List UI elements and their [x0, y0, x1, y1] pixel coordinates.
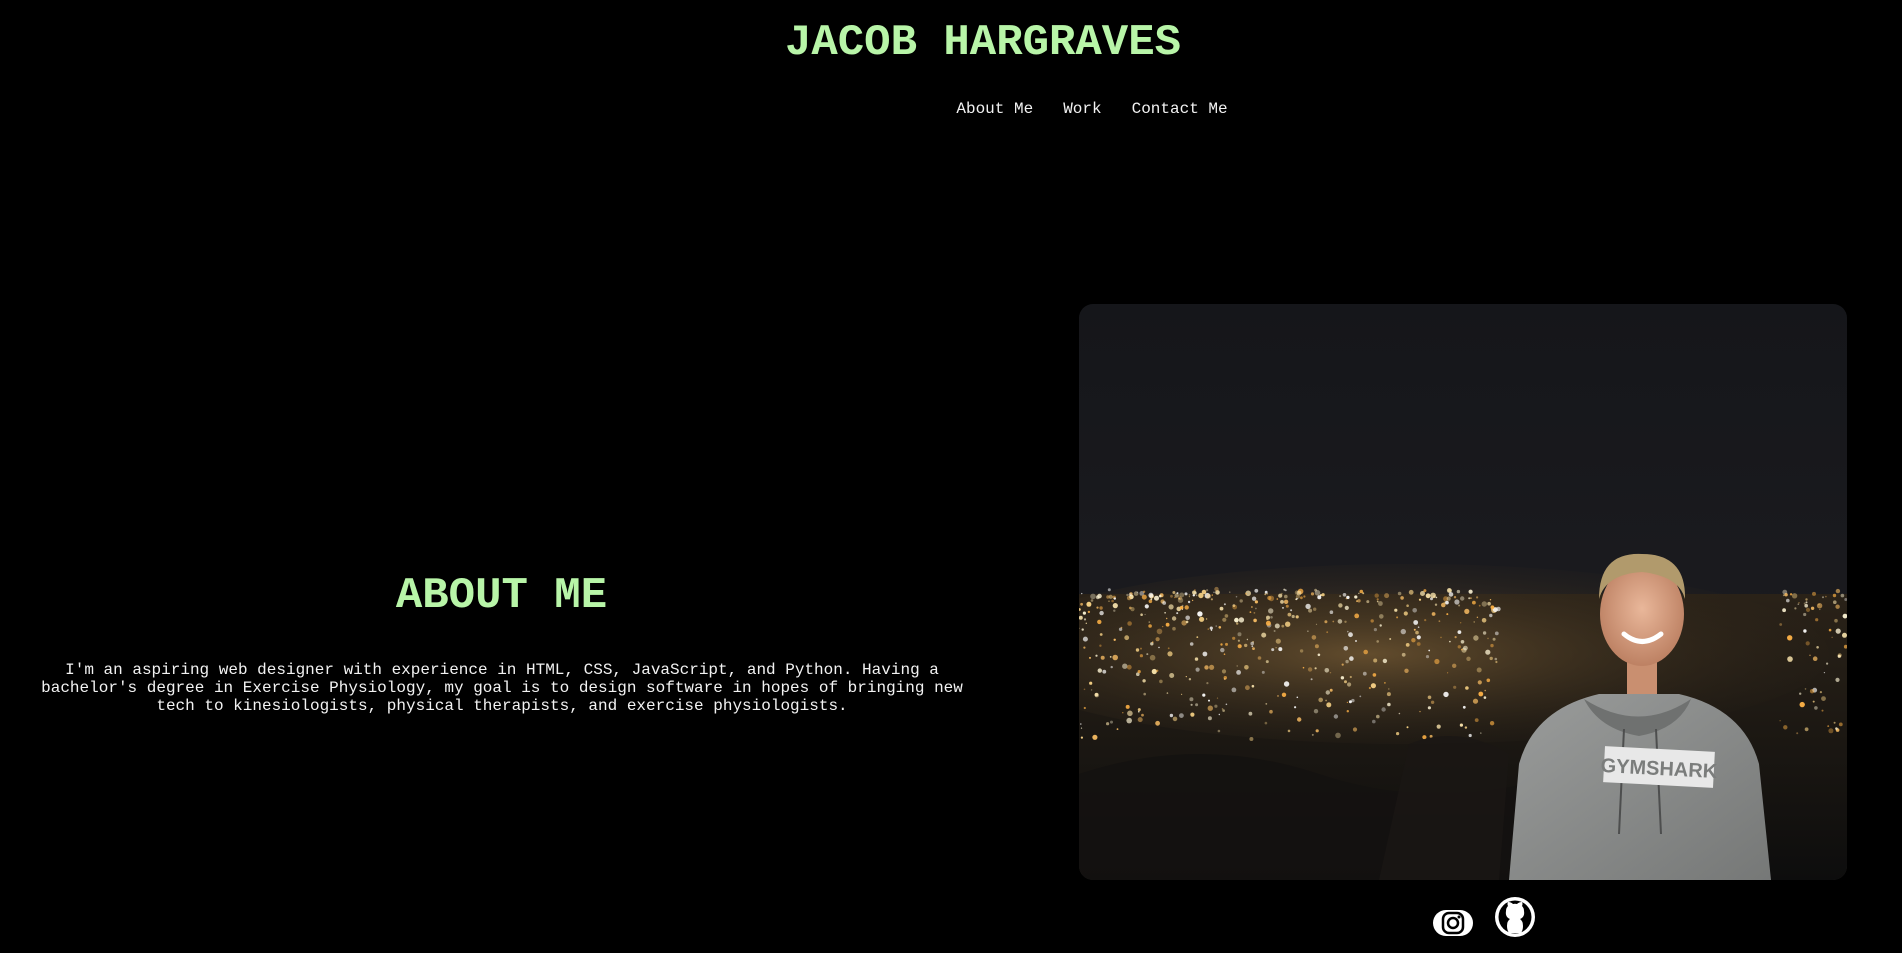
github-icon — [1495, 897, 1535, 937]
about-heading: ABOUT ME — [395, 571, 608, 621]
nav-about-me[interactable]: About Me — [956, 100, 1033, 118]
main-nav: About Me Work Contact Me — [0, 100, 1902, 118]
profile-photo: GYMSHARK — [1079, 304, 1847, 880]
nav-contact-me[interactable]: Contact Me — [1132, 100, 1228, 118]
about-text: I'm an aspiring web designer with experi… — [41, 661, 963, 715]
site-title: JACOB HARGRAVES — [784, 18, 1182, 68]
nav-work[interactable]: Work — [1063, 100, 1101, 118]
instagram-icon — [1433, 910, 1473, 936]
social-links — [1432, 896, 1536, 943]
instagram-link[interactable] — [1432, 908, 1474, 943]
github-link[interactable] — [1494, 896, 1536, 943]
